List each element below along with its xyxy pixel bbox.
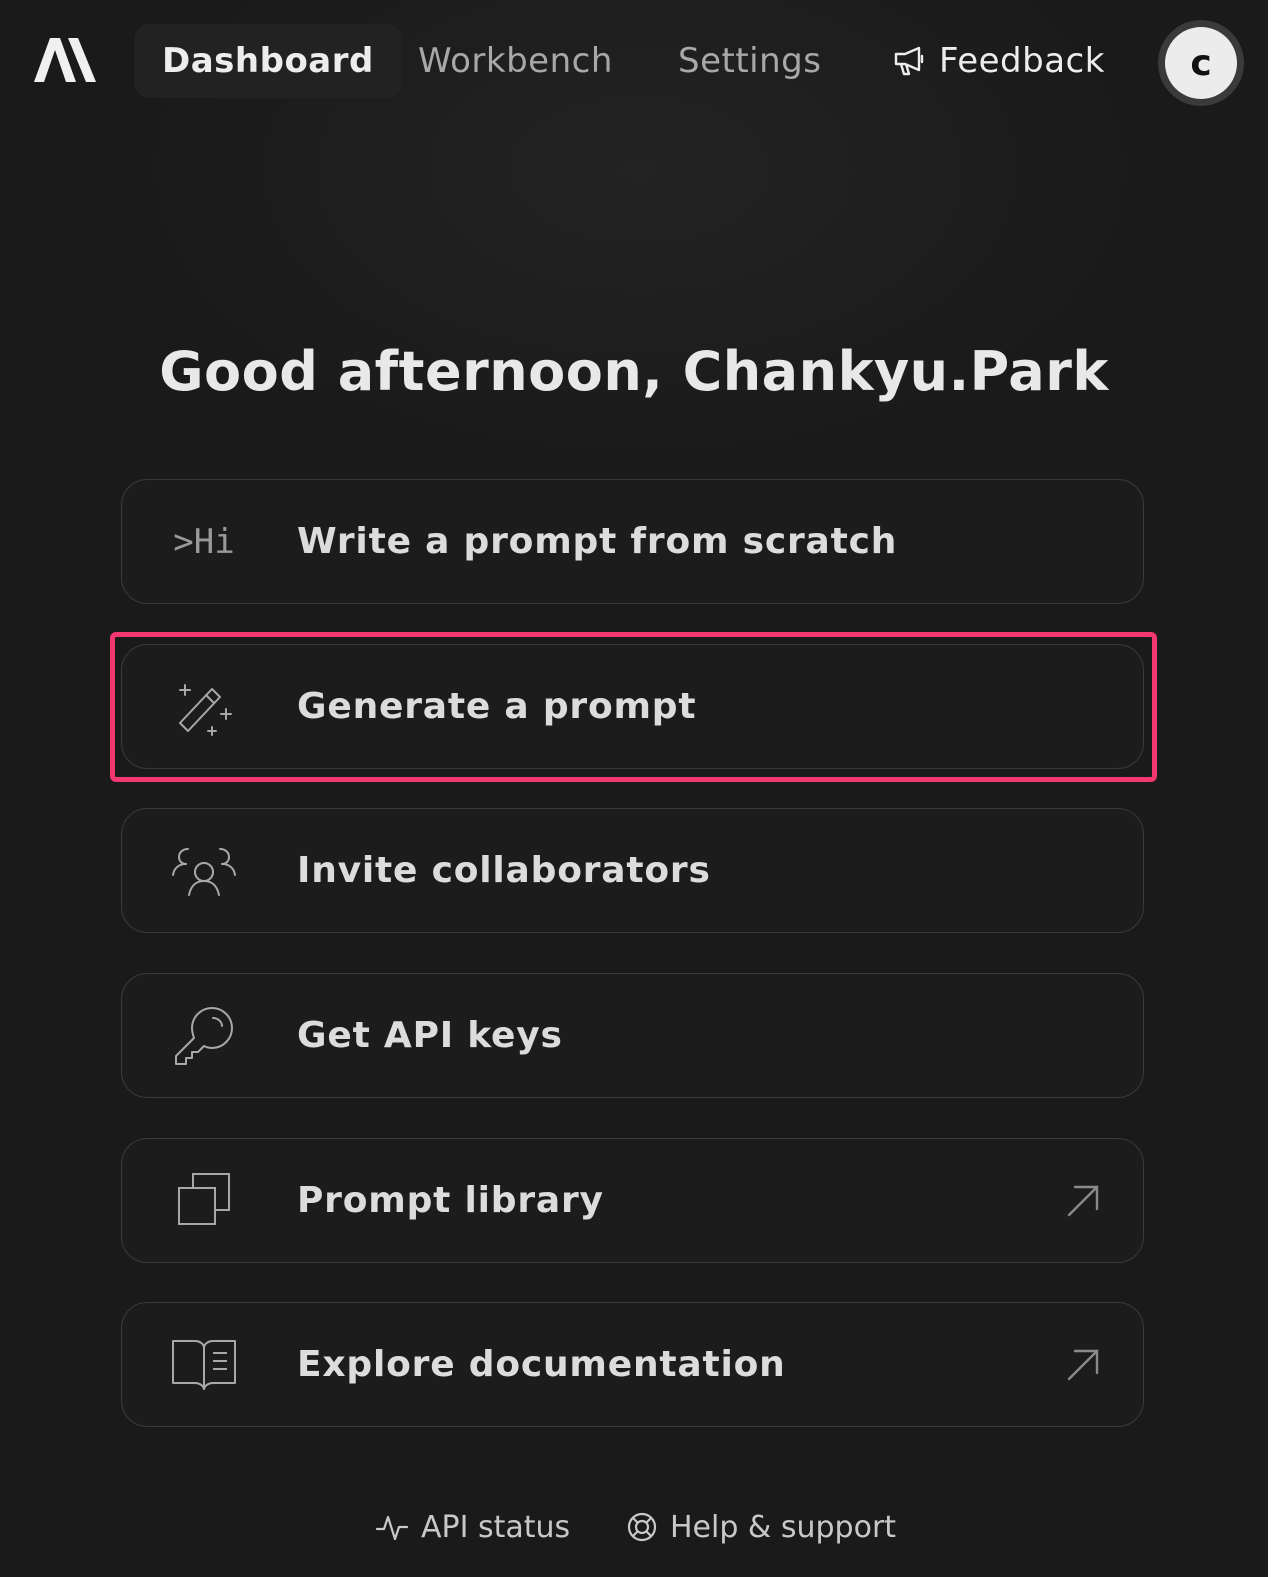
card-label: Get API keys <box>297 1014 563 1056</box>
copy-stack-icon <box>170 1169 238 1233</box>
top-nav: Dashboard Workbench Settings Feedback c <box>0 0 1268 124</box>
help-support-link[interactable]: Help & support <box>626 1505 896 1549</box>
generate-prompt-card[interactable]: Generate a prompt <box>121 644 1144 769</box>
nav-tab-label: Dashboard <box>162 41 374 81</box>
nav-tab-dashboard[interactable]: Dashboard <box>134 24 402 98</box>
card-label: Generate a prompt <box>297 685 697 727</box>
window-edge <box>1268 0 1280 1577</box>
write-prompt-card[interactable]: >Hi Write a prompt from scratch <box>121 479 1144 604</box>
help-support-label: Help & support <box>670 1509 897 1545</box>
activity-icon <box>375 1515 409 1541</box>
explore-documentation-card[interactable]: Explore documentation <box>121 1302 1144 1427</box>
prompt-hi-icon: >Hi <box>170 510 238 574</box>
prompt-library-card[interactable]: Prompt library <box>121 1138 1144 1263</box>
prompt-hi-text: >Hi <box>173 522 235 562</box>
nav-tab-workbench[interactable]: Workbench <box>418 24 613 98</box>
magic-wand-icon <box>170 675 238 739</box>
anthropic-logo-icon[interactable] <box>34 36 98 84</box>
card-label: Explore documentation <box>297 1343 786 1385</box>
megaphone-icon <box>894 46 924 76</box>
nav-tab-label: Workbench <box>418 41 613 81</box>
external-link-icon <box>1067 1185 1099 1217</box>
key-icon <box>170 1004 238 1068</box>
nav-tab-label: Settings <box>678 41 822 81</box>
page: Dashboard Workbench Settings Feedback c … <box>0 0 1268 1577</box>
invite-collaborators-card[interactable]: Invite collaborators <box>121 808 1144 933</box>
avatar-initial: c <box>1165 27 1237 99</box>
users-icon <box>170 839 238 903</box>
card-label: Write a prompt from scratch <box>297 520 898 562</box>
book-icon <box>170 1333 238 1397</box>
external-link-icon <box>1067 1349 1099 1381</box>
greeting-heading: Good afternoon, Chankyu.Park <box>159 340 1109 403</box>
api-status-link[interactable]: API status <box>375 1505 570 1549</box>
card-label: Prompt library <box>297 1179 604 1221</box>
card-label: Invite collaborators <box>297 849 711 891</box>
api-status-label: API status <box>421 1509 571 1545</box>
feedback-label: Feedback <box>939 41 1105 81</box>
avatar[interactable]: c <box>1158 20 1244 106</box>
lifebuoy-icon <box>627 1512 657 1542</box>
nav-tab-settings[interactable]: Settings <box>678 24 821 98</box>
feedback-button[interactable]: Feedback <box>893 24 1105 98</box>
get-api-keys-card[interactable]: Get API keys <box>121 973 1144 1098</box>
